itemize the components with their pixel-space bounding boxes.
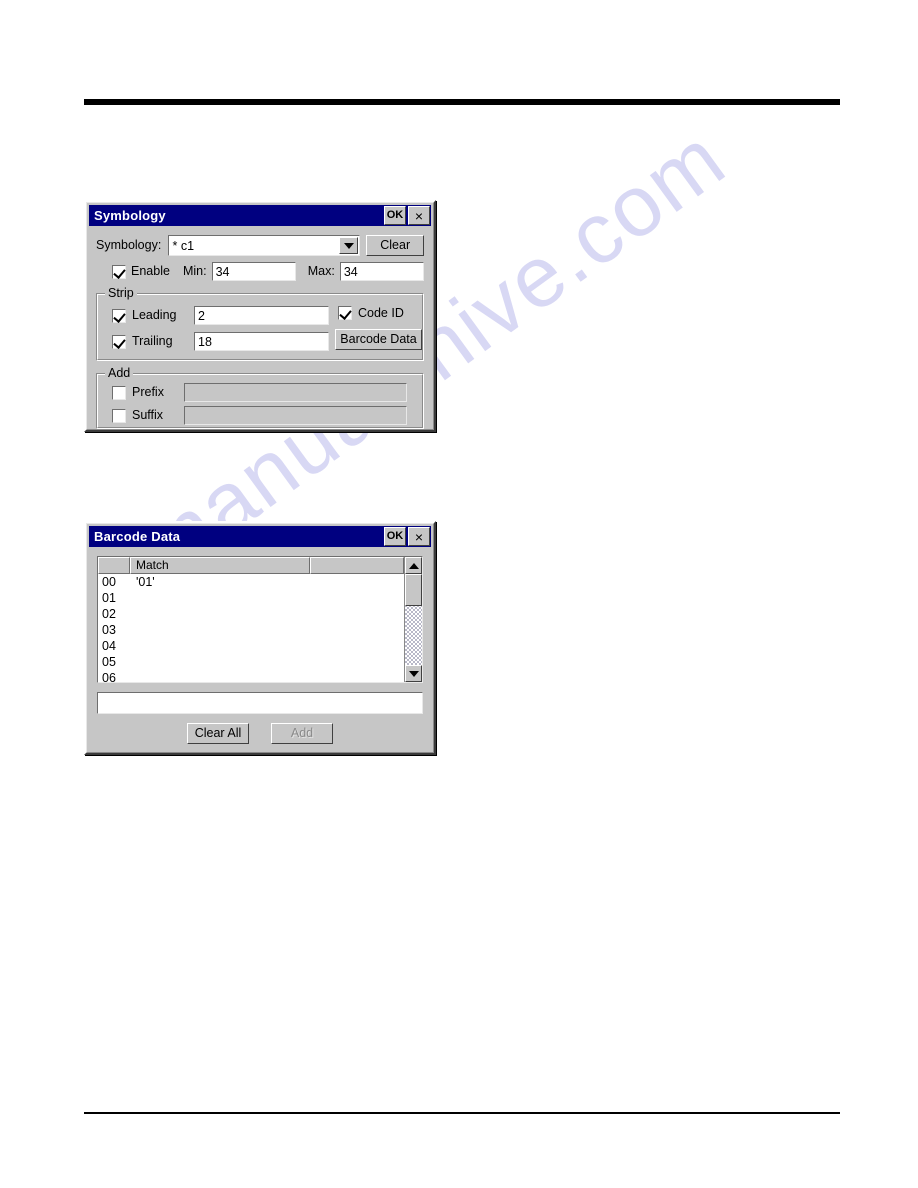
scrollbar-thumb[interactable] bbox=[405, 574, 422, 606]
min-input[interactable]: 34 bbox=[211, 262, 296, 281]
row-match bbox=[130, 622, 404, 638]
table-row[interactable]: 06 bbox=[98, 670, 404, 682]
triangle-down-glyph bbox=[343, 242, 354, 249]
barcode-entry-input[interactable] bbox=[97, 692, 423, 714]
column-header-match[interactable]: Match bbox=[130, 557, 310, 574]
code-id-row: Code ID bbox=[338, 306, 404, 320]
leading-input[interactable]: 2 bbox=[194, 306, 329, 325]
row-index: 06 bbox=[102, 671, 116, 682]
symbology-ok-button[interactable]: OK bbox=[384, 206, 406, 225]
strip-trailing-row: Trailing 18 bbox=[112, 332, 329, 351]
barcode-data-titlebar-buttons: OK × bbox=[384, 527, 430, 546]
row-index: 03 bbox=[102, 623, 116, 637]
table-row[interactable]: 00 '01' bbox=[98, 574, 404, 590]
suffix-label: Suffix bbox=[132, 408, 164, 423]
strip-groupbox-inner: Strip Leading 2 Trailing 18 Code ID Barc… bbox=[97, 287, 423, 360]
row-match bbox=[130, 590, 404, 606]
barcode-data-ok-button[interactable]: OK bbox=[384, 527, 406, 546]
barcode-list-main: Match 00 '01' 01 02 03 04 05 06 bbox=[98, 557, 404, 682]
symbology-select-row: Symbology: * c1 Clear bbox=[96, 235, 424, 256]
symbology-title: Symbology bbox=[94, 208, 166, 223]
row-index: 00 bbox=[102, 575, 116, 589]
table-row[interactable]: 03 bbox=[98, 622, 404, 638]
row-index: 04 bbox=[102, 639, 116, 653]
barcode-data-titlebar: Barcode Data OK × bbox=[89, 526, 431, 547]
column-header-index[interactable] bbox=[98, 557, 130, 574]
enable-checkbox[interactable] bbox=[112, 264, 126, 279]
code-id-checkbox[interactable] bbox=[338, 306, 352, 320]
strip-group-title: Strip bbox=[105, 287, 137, 299]
row-index: 01 bbox=[102, 591, 116, 605]
scrollbar-track[interactable] bbox=[405, 606, 422, 665]
header-rule bbox=[84, 99, 840, 105]
add-groupbox: Add Prefix Suffix bbox=[96, 367, 424, 429]
column-header-extra[interactable] bbox=[310, 557, 404, 574]
trailing-input[interactable]: 18 bbox=[194, 332, 329, 351]
table-row[interactable]: 05 bbox=[98, 654, 404, 670]
barcode-data-title: Barcode Data bbox=[94, 529, 181, 544]
max-label: Max: bbox=[307, 264, 335, 279]
row-match bbox=[130, 638, 404, 654]
symbology-label: Symbology: bbox=[96, 238, 162, 253]
table-row[interactable]: 04 bbox=[98, 638, 404, 654]
symbology-titlebar: Symbology OK × bbox=[89, 205, 431, 226]
barcode-data-close-icon[interactable]: × bbox=[408, 527, 430, 546]
symbology-combo[interactable]: * c1 bbox=[167, 235, 361, 256]
clear-all-button[interactable]: Clear All bbox=[187, 723, 249, 744]
triangle-up-glyph bbox=[408, 562, 419, 569]
footer-rule bbox=[84, 1112, 840, 1114]
trailing-label: Trailing bbox=[132, 334, 173, 349]
suffix-input[interactable] bbox=[184, 406, 407, 425]
add-prefix-row: Prefix bbox=[112, 383, 407, 402]
symbology-dialog-frame: Symbology OK × Symbology: * c1 Clear Ena… bbox=[86, 202, 434, 430]
add-group-title: Add bbox=[105, 367, 134, 379]
row-match bbox=[130, 654, 404, 670]
barcode-list-scrollbar[interactable] bbox=[404, 557, 422, 682]
chevron-down-icon[interactable] bbox=[339, 237, 359, 254]
triangle-down-icon[interactable] bbox=[405, 665, 422, 682]
triangle-up-icon[interactable] bbox=[405, 557, 422, 574]
barcode-list-rows: 00 '01' 01 02 03 04 05 06 bbox=[98, 574, 404, 682]
row-match bbox=[130, 606, 404, 622]
leading-checkbox[interactable] bbox=[112, 308, 126, 323]
suffix-checkbox[interactable] bbox=[112, 408, 126, 423]
row-index: 05 bbox=[102, 655, 116, 669]
table-row[interactable]: 01 bbox=[98, 590, 404, 606]
symbology-combo-value: * c1 bbox=[172, 239, 195, 253]
add-suffix-row: Suffix bbox=[112, 406, 407, 425]
barcode-data-body: Match 00 '01' 01 02 03 04 05 06 Clear Al… bbox=[89, 547, 431, 752]
symbology-dialog: Symbology OK × Symbology: * c1 Clear Ena… bbox=[84, 200, 436, 432]
row-match bbox=[130, 670, 404, 682]
strip-leading-row: Leading 2 bbox=[112, 306, 329, 325]
table-row[interactable]: 02 bbox=[98, 606, 404, 622]
symbology-close-icon[interactable]: × bbox=[408, 206, 430, 225]
document-page: manualshive.com Symbology OK × Symbology… bbox=[0, 0, 918, 1188]
barcode-list-header: Match bbox=[98, 557, 404, 574]
prefix-label: Prefix bbox=[132, 385, 164, 400]
barcode-data-dialog-frame: Barcode Data OK × Match 00 '01' 01 02 03… bbox=[86, 523, 434, 753]
add-button[interactable]: Add bbox=[271, 723, 333, 744]
barcode-data-button[interactable]: Barcode Data bbox=[335, 329, 422, 350]
triangle-down-glyph bbox=[408, 670, 419, 677]
barcode-dialog-actions: Clear All Add bbox=[97, 723, 423, 744]
symbology-titlebar-buttons: OK × bbox=[384, 206, 430, 225]
enable-range-row: Enable Min: 34 Max: 34 bbox=[96, 262, 424, 281]
enable-label: Enable bbox=[131, 264, 170, 279]
row-index: 02 bbox=[102, 607, 116, 621]
add-groupbox-inner: Add Prefix Suffix bbox=[97, 367, 423, 428]
leading-label: Leading bbox=[132, 308, 177, 323]
barcode-data-dialog: Barcode Data OK × Match 00 '01' 01 02 03… bbox=[84, 521, 436, 755]
code-id-label: Code ID bbox=[358, 305, 404, 320]
prefix-checkbox[interactable] bbox=[112, 385, 126, 400]
max-input[interactable]: 34 bbox=[339, 262, 424, 281]
prefix-input[interactable] bbox=[184, 383, 407, 402]
min-label: Min: bbox=[182, 264, 207, 279]
barcode-list[interactable]: Match 00 '01' 01 02 03 04 05 06 bbox=[97, 556, 423, 683]
trailing-checkbox[interactable] bbox=[112, 334, 126, 349]
strip-groupbox: Strip Leading 2 Trailing 18 Code ID Barc… bbox=[96, 287, 424, 361]
symbology-body: Symbology: * c1 Clear Enable Min: 34 Max… bbox=[89, 226, 431, 436]
clear-button[interactable]: Clear bbox=[366, 235, 424, 256]
row-match: '01' bbox=[136, 575, 155, 589]
